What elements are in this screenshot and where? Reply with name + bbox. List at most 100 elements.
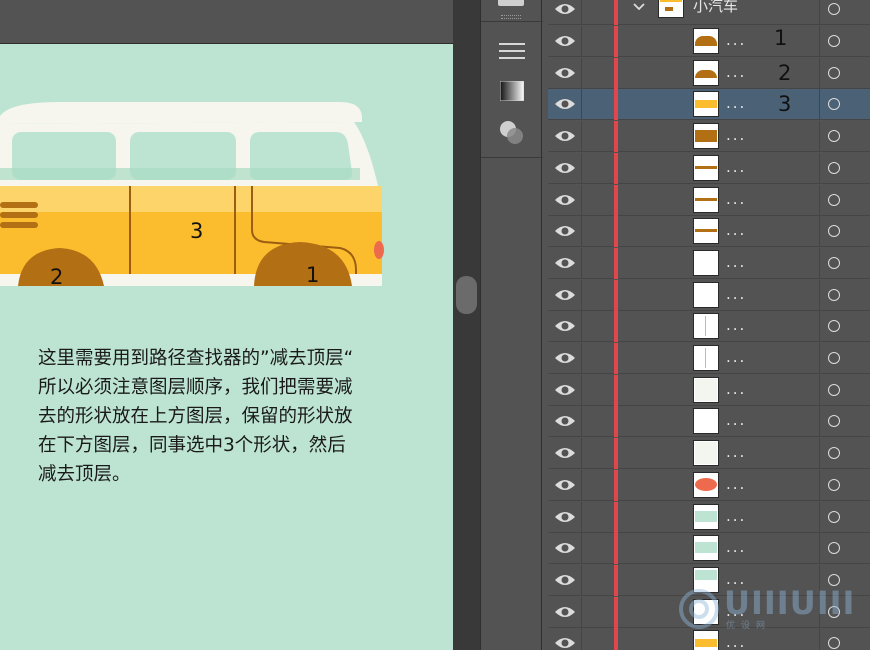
lock-column[interactable] <box>581 564 582 596</box>
target-circle-icon[interactable] <box>828 320 840 333</box>
layer-name[interactable]: ... <box>726 253 746 271</box>
layer-name[interactable]: ... <box>726 348 746 366</box>
layer-row[interactable]: ... <box>548 501 870 533</box>
target-circle-icon[interactable] <box>828 161 840 174</box>
target-circle-icon[interactable] <box>828 193 840 206</box>
visibility-eye-icon[interactable] <box>554 128 576 144</box>
visibility-eye-icon[interactable] <box>554 445 576 461</box>
lock-column[interactable] <box>581 121 582 153</box>
layer-name[interactable]: ... <box>726 285 746 303</box>
lock-column[interactable] <box>581 501 582 533</box>
visibility-eye-icon[interactable] <box>554 382 576 398</box>
layer-row[interactable]: ... <box>548 343 870 374</box>
layer-name[interactable]: ... <box>726 475 746 493</box>
layer-name[interactable]: ... <box>726 443 746 461</box>
layer-name[interactable]: ... <box>726 538 746 556</box>
visibility-eye-icon[interactable] <box>554 1 576 17</box>
target-circle-icon[interactable] <box>828 510 840 523</box>
visibility-eye-icon[interactable] <box>554 413 576 429</box>
lock-column[interactable] <box>581 533 582 565</box>
canvas-scroll-thumb[interactable] <box>456 276 477 314</box>
lock-column[interactable] <box>581 89 582 121</box>
visibility-eye-icon[interactable] <box>554 287 576 303</box>
layer-name[interactable]: ... <box>726 126 746 144</box>
layer-row[interactable]: ... <box>548 121 870 153</box>
lock-column[interactable] <box>581 216 582 248</box>
visibility-eye-icon[interactable] <box>554 255 576 271</box>
target-circle-icon[interactable] <box>828 288 840 301</box>
lock-column[interactable] <box>581 26 582 57</box>
lock-column[interactable] <box>581 311 582 343</box>
target-circle-icon[interactable] <box>828 542 840 555</box>
layer-name[interactable]: ... <box>726 507 746 525</box>
visibility-eye-icon[interactable] <box>554 223 576 239</box>
layer-name[interactable]: ... <box>726 316 746 334</box>
target-circle-icon[interactable] <box>828 256 840 269</box>
layer-name[interactable]: ... <box>726 633 746 650</box>
visibility-eye-icon[interactable] <box>554 350 576 366</box>
visibility-eye-icon[interactable] <box>554 160 576 176</box>
target-circle-icon[interactable] <box>828 383 840 396</box>
target-circle-icon[interactable] <box>828 3 840 15</box>
layer-name[interactable]: ... <box>726 380 746 398</box>
lock-column[interactable] <box>581 406 582 438</box>
lock-column[interactable] <box>581 57 582 89</box>
visibility-eye-icon[interactable] <box>554 318 576 334</box>
visibility-eye-icon[interactable] <box>554 509 576 525</box>
target-circle-icon[interactable] <box>828 225 840 238</box>
target-circle-icon[interactable] <box>828 98 840 111</box>
visibility-eye-icon[interactable] <box>554 33 576 49</box>
layer-name[interactable]: ... <box>726 190 746 208</box>
target-circle-icon[interactable] <box>828 637 840 650</box>
lock-column[interactable] <box>581 0 582 25</box>
align-lines-icon[interactable] <box>497 36 527 66</box>
layer-row[interactable]: ... <box>548 438 870 470</box>
target-circle-icon[interactable] <box>828 415 840 428</box>
panel-top-button[interactable] <box>498 0 524 6</box>
visibility-eye-icon[interactable] <box>554 572 576 588</box>
layer-name[interactable]: ... <box>726 158 746 176</box>
layer-name[interactable]: ... <box>726 63 746 81</box>
lock-column[interactable] <box>581 343 582 374</box>
lock-column[interactable] <box>581 374 582 406</box>
lock-column[interactable] <box>581 152 582 184</box>
layer-row[interactable]: ... 2 <box>548 57 870 89</box>
layer-row[interactable]: ... <box>548 279 870 311</box>
layer-row[interactable]: ... <box>548 184 870 216</box>
target-circle-icon[interactable] <box>828 66 840 79</box>
layer-name[interactable]: ... <box>726 411 746 429</box>
lock-column[interactable] <box>581 279 582 311</box>
layer-row[interactable]: ... <box>548 374 870 406</box>
gradient-icon[interactable] <box>497 76 527 106</box>
visibility-eye-icon[interactable] <box>554 96 576 112</box>
visibility-eye-icon[interactable] <box>554 65 576 81</box>
lock-column[interactable] <box>581 438 582 470</box>
visibility-eye-icon[interactable] <box>554 540 576 556</box>
lock-column[interactable] <box>581 596 582 628</box>
lock-column[interactable] <box>581 469 582 501</box>
target-circle-icon[interactable] <box>828 447 840 460</box>
layer-row[interactable]: ... <box>548 247 870 279</box>
target-circle-icon[interactable] <box>828 478 840 491</box>
layer-group-row[interactable]: 小汽车 <box>548 0 870 25</box>
visibility-eye-icon[interactable] <box>554 477 576 493</box>
layer-row[interactable]: ... <box>548 311 870 343</box>
lock-column[interactable] <box>581 184 582 216</box>
chevron-down-icon[interactable] <box>632 0 646 14</box>
layer-row[interactable]: ... <box>548 533 870 565</box>
visibility-eye-icon[interactable] <box>554 192 576 208</box>
layer-row[interactable]: ... 1 <box>548 26 870 57</box>
layer-row[interactable]: ... <box>548 152 870 184</box>
lock-column[interactable] <box>581 247 582 279</box>
layer-row[interactable]: ... <box>548 216 870 248</box>
layer-name[interactable]: ... <box>726 31 746 49</box>
visibility-eye-icon[interactable] <box>554 635 576 650</box>
artboard[interactable]: 2 3 1 这里需要用到路径查找器的”减去顶层“ 所以必须注意图层顺序，我们把需… <box>0 44 453 650</box>
layer-row[interactable]: ... <box>548 406 870 438</box>
layer-row[interactable]: ... <box>548 469 870 501</box>
layer-name[interactable]: ... <box>726 221 746 239</box>
visibility-eye-icon[interactable] <box>554 604 576 620</box>
panel-grip[interactable] <box>501 15 521 19</box>
target-circle-icon[interactable] <box>828 35 840 47</box>
layer-group-name[interactable]: 小汽车 <box>693 0 738 16</box>
